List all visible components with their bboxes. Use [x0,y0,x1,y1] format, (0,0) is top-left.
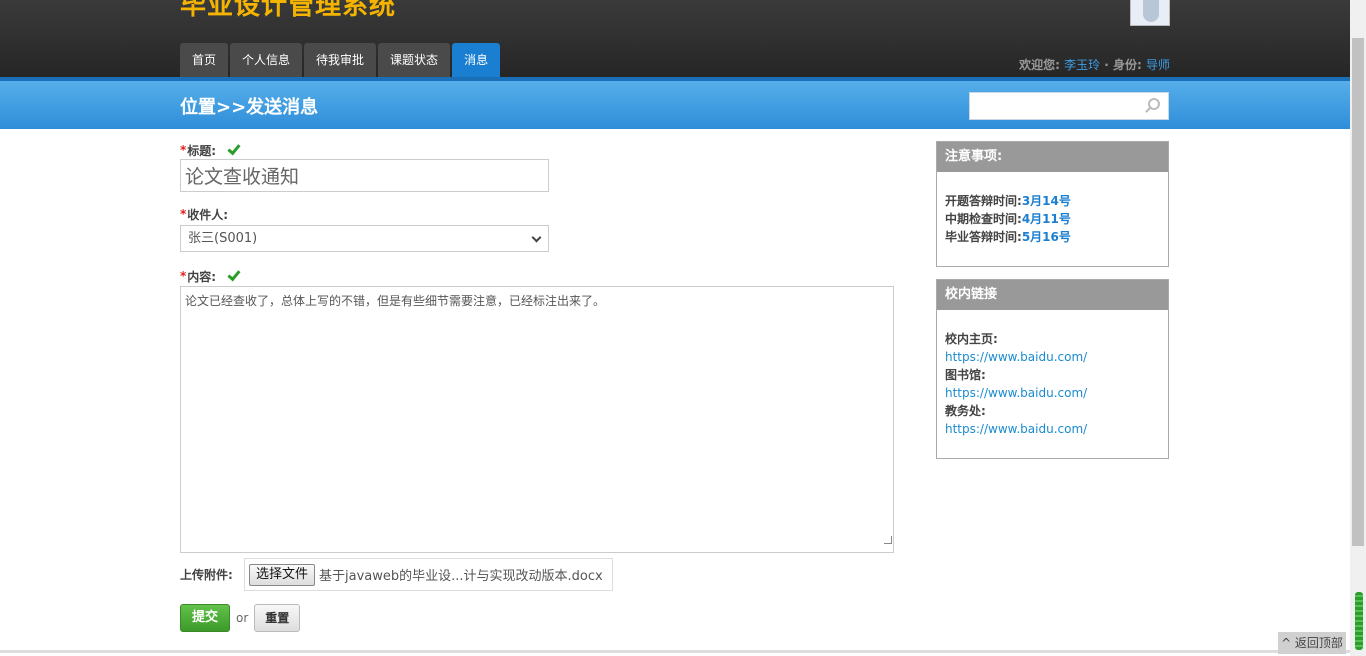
notice-panel: 注意事项: 开题答辩时间:3月14号 中期检查时间:4月11号 毕业答辩时间:5… [936,141,1169,267]
breadcrumb-band: 位置>>发送消息 [0,77,1350,129]
welcome-label: 欢迎您: [1019,58,1060,72]
send-message-form: * 标题: * 收件人: 张三(S001) * 内容: 论文已经查收了，总体上写… [180,140,900,553]
recipient-select[interactable]: 张三(S001) [180,225,549,252]
content-label-row: * 内容: [180,266,900,286]
links-title: 校内链接 [937,280,1168,310]
notice-value: 5月16号 [1021,230,1071,244]
main-nav: 首页 个人信息 待我审批 课题状态 消息 [180,43,501,77]
link-label: 图书馆: [945,368,986,382]
submit-button[interactable]: 提交 [180,604,230,632]
welcome-text: 欢迎您: 李玉玲 · 身份: 导师 [1019,56,1170,73]
scrollbar-thumb[interactable] [1352,38,1364,546]
attachment-label: 上传附件: [180,568,233,582]
recipient-value: 张三(S001) [188,231,258,246]
resize-handle-icon[interactable] [884,536,892,544]
list-item: 开题答辩时间:3月14号 [945,192,1160,210]
recipient-label-row: * 收件人: [180,204,900,224]
form-actions: 提交 or 重置 [180,604,301,632]
or-text: or [236,611,249,625]
system-title: 毕业设计管理系统 [180,0,397,21]
links-body: 校内主页: https://www.baidu.com/ 图书馆: https:… [937,310,1168,450]
list-item: 毕业答辩时间:5月16号 [945,228,1160,246]
choose-file-button[interactable]: 选择文件 [249,563,316,586]
notice-value: 4月11号 [1021,212,1071,226]
library-link[interactable]: https://www.baidu.com/ [945,384,1160,402]
notice-label: 中期检查时间: [945,212,1022,226]
notice-label: 毕业答辩时间: [945,230,1022,244]
tab-profile[interactable]: 个人信息 [230,43,303,77]
required-mark: * [180,143,187,157]
role-label: · 身份: [1100,58,1142,72]
list-item: 中期检查时间:4月11号 [945,210,1160,228]
required-mark: * [180,207,187,221]
role-link[interactable]: 导师 [1146,58,1170,72]
header-bar: 毕业设计管理系统 首页 个人信息 待我审批 课题状态 消息 欢迎您: 李玉玲 ·… [0,0,1350,77]
tab-messages[interactable]: 消息 [452,43,501,77]
link-label: 校内主页: [945,332,998,346]
link-label: 教务处: [945,404,986,418]
title-label-row: * 标题: [180,140,900,160]
links-panel: 校内链接 校内主页: https://www.baidu.com/ 图书馆: h… [936,279,1169,459]
chevron-down-icon [531,232,542,243]
title-label: 标题: [187,143,217,158]
user-name-link[interactable]: 李玉玲 [1064,58,1100,72]
breadcrumb: 位置>>发送消息 [180,97,319,118]
notice-body: 开题答辩时间:3月14号 中期检查时间:4月11号 毕业答辩时间:5月16号 [937,172,1168,258]
content-label: 内容: [187,269,217,284]
check-icon [227,267,241,282]
file-input[interactable]: 选择文件 基于javaweb的毕业设...计与实现改动版本.docx [244,558,613,591]
academic-office-link[interactable]: https://www.baidu.com/ [945,420,1160,438]
content-textarea[interactable]: 论文已经查收了，总体上写的不错，但是有些细节需要注意，已经标注出来了。 [180,286,894,553]
title-input[interactable] [180,159,549,192]
homepage-link[interactable]: https://www.baidu.com/ [945,348,1160,366]
recipient-label: 收件人: [187,207,229,222]
tab-pending-approval[interactable]: 待我审批 [304,43,377,77]
notice-value: 3月14号 [1021,194,1071,208]
back-to-top-button[interactable]: ^ 返回顶部 [1278,632,1346,654]
search-icon[interactable] [1148,98,1160,110]
file-name: 基于javaweb的毕业设...计与实现改动版本.docx [319,569,603,584]
notice-label: 开题答辩时间: [945,194,1022,208]
search-input[interactable] [969,92,1169,120]
tab-home[interactable]: 首页 [180,43,229,77]
required-mark: * [180,269,187,283]
scroll-indicator [1355,592,1363,650]
notice-title: 注意事项: [937,142,1168,172]
reset-button[interactable]: 重置 [254,604,301,632]
tab-topic-status[interactable]: 课题状态 [378,43,451,77]
avatar[interactable] [1130,0,1170,26]
attachment-row: 上传附件: 选择文件 基于javaweb的毕业设...计与实现改动版本.docx [180,558,613,591]
page-bottom-divider [0,650,1350,653]
check-icon [227,141,241,156]
